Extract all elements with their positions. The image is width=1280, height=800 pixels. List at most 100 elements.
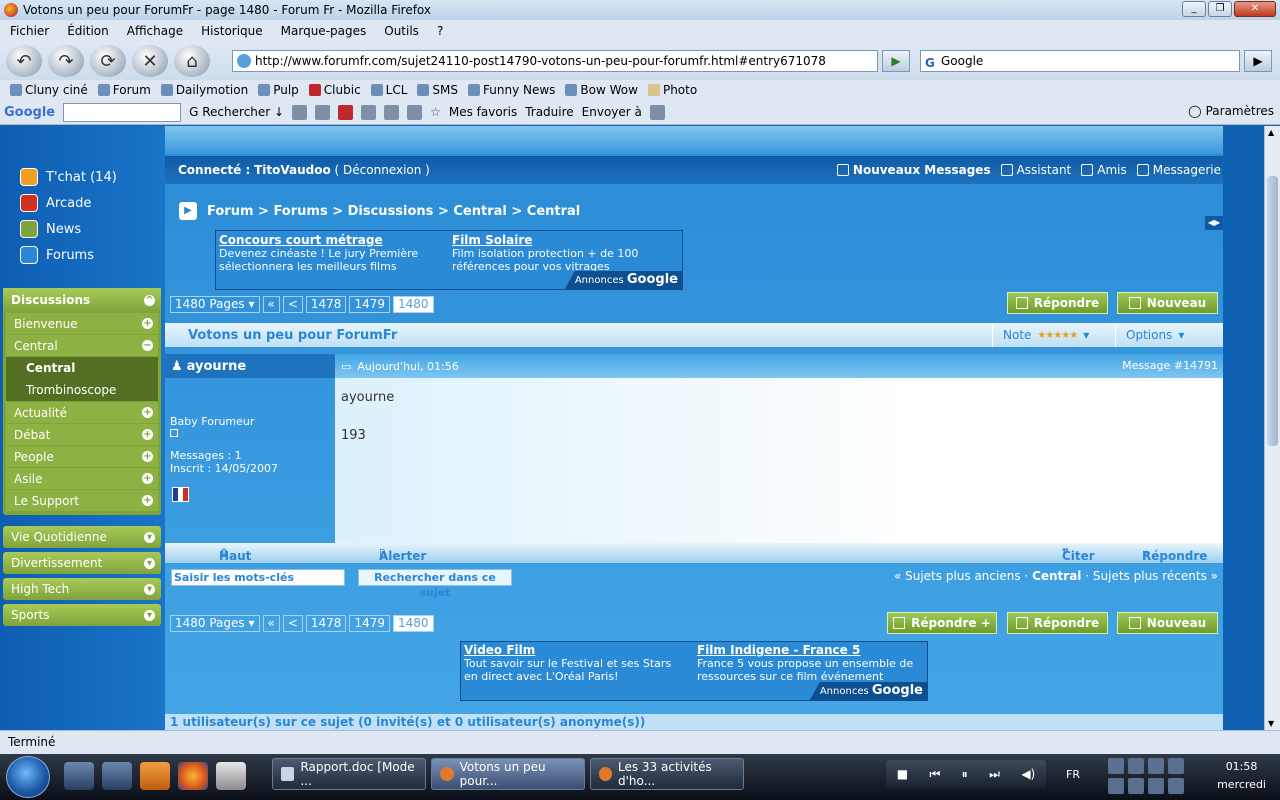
ad-item[interactable]: Film Indigene - France 5 France 5 vous p… xyxy=(697,643,919,683)
page-link[interactable]: 1479 xyxy=(349,296,390,313)
stop-button[interactable]: ✕ xyxy=(132,45,168,77)
new-topic-button[interactable]: Nouveau xyxy=(1117,292,1218,314)
new-topic-button-bottom[interactable]: Nouveau xyxy=(1117,612,1218,634)
ad-item[interactable]: Video Film Tout savoir sur le Festival e… xyxy=(464,643,686,683)
search-field[interactable]: G Google xyxy=(920,50,1240,72)
close-button[interactable]: ✕ xyxy=(1234,1,1276,17)
task-word[interactable]: Rapport.doc [Mode ... xyxy=(272,758,426,790)
bookmark-item[interactable]: Dailymotion xyxy=(160,83,248,97)
news-icon[interactable] xyxy=(315,104,331,120)
start-button[interactable] xyxy=(6,756,50,798)
bookmark-item[interactable]: Photo xyxy=(647,83,697,97)
tray-icon[interactable] xyxy=(1128,758,1144,774)
ad-item[interactable]: Concours court métrage Devenez cinéaste … xyxy=(219,233,441,273)
bookmark-item[interactable]: Forum xyxy=(97,83,151,97)
post-author[interactable]: ♟ ayourne xyxy=(165,354,335,378)
forums-link[interactable]: Forums xyxy=(20,246,117,264)
sidebar-item-actualite[interactable]: Actualité + xyxy=(6,402,158,423)
options-dropdown[interactable]: Options ▾ xyxy=(1115,323,1211,347)
logout-link[interactable]: ( Déconnexion ) xyxy=(335,163,430,177)
bookmark-item[interactable]: Funny News xyxy=(468,83,555,97)
arcade-link[interactable]: Arcade xyxy=(20,194,117,212)
page-link[interactable]: 1479 xyxy=(349,615,390,632)
sidebar-item-bienvenue[interactable]: Bienvenue + xyxy=(6,313,158,334)
firefox-icon[interactable] xyxy=(178,762,208,790)
alert-link[interactable]: Alerter ▯ xyxy=(379,546,426,563)
pen-icon[interactable] xyxy=(649,104,665,120)
previous-icon[interactable]: ⏮ xyxy=(929,767,940,782)
pause-icon[interactable]: ⏸ xyxy=(962,767,968,782)
go-button[interactable]: ▶ xyxy=(882,50,910,72)
show-desktop-icon[interactable] xyxy=(64,762,94,790)
assistant-link[interactable]: Assistant xyxy=(1000,163,1071,177)
menu-help[interactable]: ? xyxy=(437,24,443,38)
task-firefox-other[interactable]: Les 33 activités d'ho... xyxy=(590,758,744,790)
bookmark-item[interactable]: Cluny ciné xyxy=(10,83,88,97)
reply-plus-button[interactable]: Répondre + xyxy=(887,612,997,634)
bookmark-item[interactable]: LCL xyxy=(370,83,407,97)
back-button[interactable]: ↶ xyxy=(6,45,42,77)
reply-button-bottom[interactable]: Répondre xyxy=(1007,612,1108,634)
maximize-button[interactable]: ❐ xyxy=(1208,1,1232,17)
first-page-button[interactable]: « xyxy=(262,615,280,632)
vertical-scrollbar[interactable]: ▲ ▼ xyxy=(1264,126,1280,730)
alien-icon[interactable] xyxy=(216,762,246,790)
older-topics-link[interactable]: « Sujets plus anciens xyxy=(894,569,1021,583)
wikipedia-icon[interactable] xyxy=(384,104,400,120)
menu-affichage[interactable]: Affichage xyxy=(127,24,183,38)
tray-icon[interactable] xyxy=(1128,778,1144,794)
page-link[interactable]: 1478 xyxy=(305,296,347,313)
current-forum-link[interactable]: Central xyxy=(1032,569,1081,583)
breadcrumb-text[interactable]: Forum > Forums > Discussions > Central >… xyxy=(207,204,580,219)
switch-windows-icon[interactable] xyxy=(102,762,132,790)
category-vie-quotidienne[interactable]: Vie Quotidienne ▾ xyxy=(3,526,161,548)
media-player-icon[interactable] xyxy=(140,762,170,790)
scroll-down-icon[interactable]: ▼ xyxy=(1268,719,1274,728)
pages-dropdown[interactable]: 1480 Pages ▾ xyxy=(170,296,260,313)
tray-icon[interactable] xyxy=(1148,778,1164,794)
prev-page-button[interactable]: < xyxy=(282,615,303,632)
minimize-button[interactable]: _ xyxy=(1182,1,1206,17)
tray-icon[interactable] xyxy=(1148,758,1164,774)
mail-icon[interactable] xyxy=(407,104,423,120)
highlight-icon[interactable] xyxy=(292,104,308,120)
chat-link[interactable]: T'chat (14) xyxy=(20,168,117,186)
settings-button[interactable]: ◯ Paramètres xyxy=(1188,104,1274,118)
favorites-menu[interactable]: Mes favoris xyxy=(449,105,517,119)
category-sports[interactable]: Sports ▾ xyxy=(3,604,161,626)
ad-item[interactable]: Film Solaire Film isolation protection +… xyxy=(452,233,674,273)
clock[interactable]: 01:58 mercredi xyxy=(1217,758,1266,794)
prev-page-button[interactable]: < xyxy=(282,296,303,313)
tray-icon[interactable] xyxy=(1168,778,1184,794)
star-icon[interactable]: ☆ xyxy=(430,105,441,119)
rating-dropdown[interactable]: Note ★★★★★ ▾ xyxy=(992,323,1104,347)
inbox-link[interactable]: Messagerie xyxy=(1136,163,1221,177)
stop-icon[interactable]: ■ xyxy=(897,767,908,781)
sidebar-item-support[interactable]: Le Support + xyxy=(6,490,158,511)
category-divertissement[interactable]: Divertissement ▾ xyxy=(3,552,161,574)
ie-icon[interactable] xyxy=(361,104,377,120)
google-search-input[interactable] xyxy=(63,102,182,122)
menu-fichier[interactable]: Fichier xyxy=(10,24,49,38)
tray-icon[interactable] xyxy=(1108,778,1124,794)
scroll-up-icon[interactable]: ▲ xyxy=(1268,128,1274,137)
menu-historique[interactable]: Historique xyxy=(201,24,263,38)
page-link[interactable]: 1478 xyxy=(305,615,347,632)
message-id-link[interactable]: Message #14791 xyxy=(1122,359,1218,372)
friends-link[interactable]: Amis xyxy=(1081,163,1127,177)
category-high-tech[interactable]: High Tech ▾ xyxy=(3,578,161,600)
search-go-button[interactable]: ▶ xyxy=(1244,50,1272,72)
menu-marque-pages[interactable]: Marque-pages xyxy=(281,24,367,38)
volume-icon[interactable]: ◀) xyxy=(1021,767,1035,781)
sidebar-item-debat[interactable]: Débat + xyxy=(6,424,158,445)
home-button[interactable]: ⌂ xyxy=(174,45,210,77)
forward-button[interactable]: ↷ xyxy=(48,45,84,77)
language-indicator[interactable]: FR xyxy=(1066,768,1080,781)
pages-dropdown[interactable]: 1480 Pages ▾ xyxy=(170,615,260,632)
scroll-thumb[interactable] xyxy=(1267,176,1278,446)
username-link[interactable]: TitoVaudoo xyxy=(254,163,331,177)
discussions-header[interactable]: Discussions ^ xyxy=(3,288,161,312)
first-page-button[interactable]: « xyxy=(262,296,280,313)
ads-by-google-label[interactable]: Annonces Google xyxy=(809,682,927,700)
bookmark-item[interactable]: Pulp xyxy=(258,83,299,97)
